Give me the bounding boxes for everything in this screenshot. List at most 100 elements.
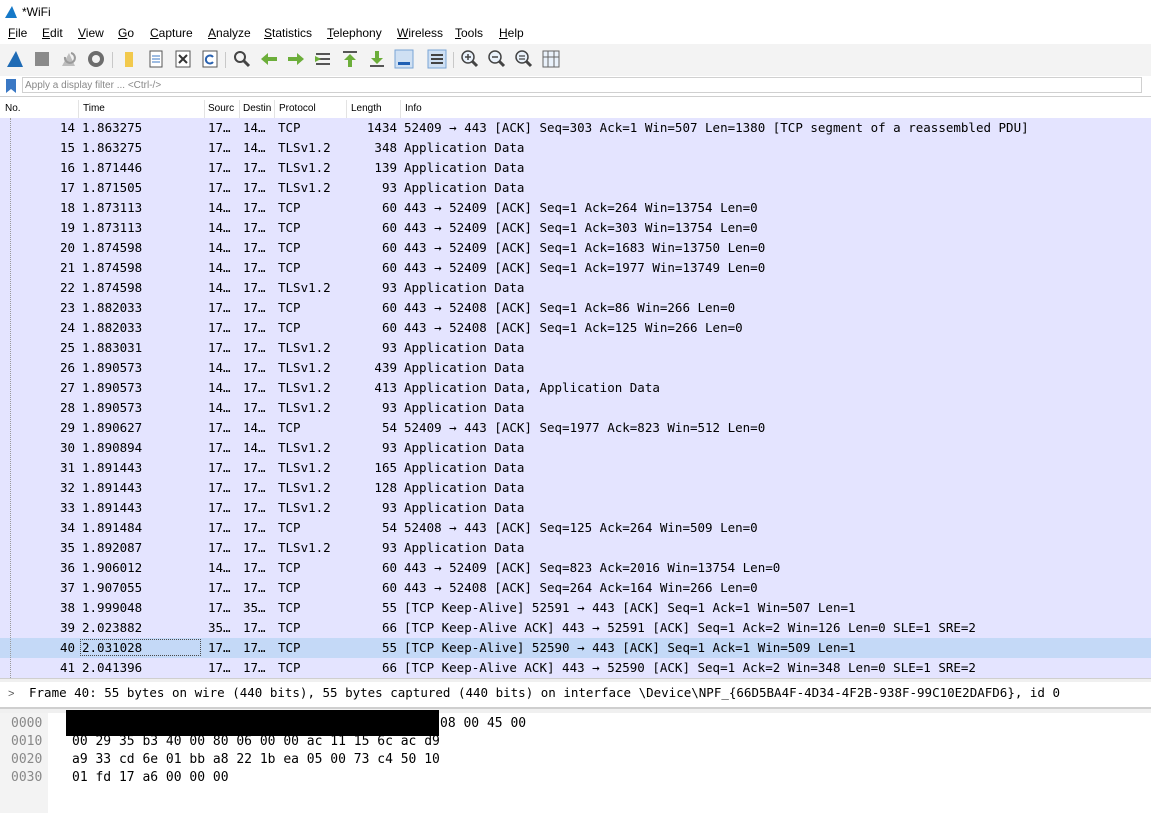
column-divider[interactable] xyxy=(274,100,275,118)
packet-row[interactable]: 39 2.023882 35… 17… TCP 66 [TCP Keep-Alive ACK… xyxy=(0,618,1151,638)
packet-row[interactable]: 28 1.890573 14… 17… TLSv1.2 93 Application Dat… xyxy=(0,398,1151,418)
packet-destination: 17… xyxy=(243,400,266,415)
packet-length: 66 xyxy=(381,660,397,675)
menu-view[interactable]: View xyxy=(78,26,104,40)
packet-destination: 17… xyxy=(243,480,266,495)
shark-fin-start-icon[interactable] xyxy=(5,49,25,69)
frame-summary[interactable]: Frame 40: 55 bytes on wire (440 bits), 5… xyxy=(29,685,1060,700)
open-file-icon[interactable] xyxy=(119,49,139,69)
packet-row[interactable]: 31 1.891443 17… 17… TLSv1.2 165 Application Da… xyxy=(0,458,1151,478)
packet-length: 413 xyxy=(374,380,397,395)
packet-row[interactable]: 15 1.863275 17… 14… TLSv1.2 348 Application Da… xyxy=(0,138,1151,158)
restart-capture-icon[interactable] xyxy=(59,49,79,69)
go-forward-icon[interactable] xyxy=(286,49,306,69)
menu-help[interactable]: Help xyxy=(499,26,524,40)
column-header-source[interactable]: Sourc xyxy=(208,103,234,117)
packet-row[interactable]: 36 1.906012 14… 17… TCP 60 443 → 52409 [ACK] S… xyxy=(0,558,1151,578)
packet-row[interactable]: 22 1.874598 14… 17… TLSv1.2 93 Application Dat… xyxy=(0,278,1151,298)
packet-row[interactable]: 21 1.874598 14… 17… TCP 60 443 → 52409 [ACK] S… xyxy=(0,258,1151,278)
packet-destination: 14… xyxy=(243,140,266,155)
go-to-packet-icon[interactable] xyxy=(313,49,333,69)
packet-destination: 17… xyxy=(243,160,266,175)
menu-edit[interactable]: Edit xyxy=(42,26,63,40)
packet-row[interactable]: 19 1.873113 14… 17… TCP 60 443 → 52409 [ACK] S… xyxy=(0,218,1151,238)
menu-capture[interactable]: Capture xyxy=(150,26,193,40)
packet-row[interactable]: 27 1.890573 14… 17… TLSv1.2 413 Application Da… xyxy=(0,378,1151,398)
packet-no: 32 xyxy=(59,480,75,495)
packet-row[interactable]: 25 1.883031 17… 17… TLSv1.2 93 Application Dat… xyxy=(0,338,1151,358)
packet-protocol: TCP xyxy=(278,420,301,435)
packet-row[interactable]: 33 1.891443 17… 17… TLSv1.2 93 Application Dat… xyxy=(0,498,1151,518)
zoom-in-icon[interactable] xyxy=(460,49,480,69)
packet-destination: 17… xyxy=(243,380,266,395)
packet-row[interactable]: 18 1.873113 14… 17… TCP 60 443 → 52409 [ACK] S… xyxy=(0,198,1151,218)
column-divider[interactable] xyxy=(78,100,79,118)
packet-row[interactable]: 34 1.891484 17… 17… TCP 54 52408 → 443 [ACK] S… xyxy=(0,518,1151,538)
zoom-normal-icon[interactable] xyxy=(514,49,534,69)
menu-wireless[interactable]: Wireless xyxy=(397,26,443,40)
packet-protocol: TLSv1.2 xyxy=(278,500,331,515)
packet-row[interactable]: 24 1.882033 17… 17… TCP 60 443 → 52408 [ACK] S… xyxy=(0,318,1151,338)
capture-options-icon[interactable] xyxy=(86,49,106,69)
bookmark-icon[interactable] xyxy=(4,78,18,94)
packet-length: 55 xyxy=(381,640,397,655)
column-header-no[interactable]: No. xyxy=(5,103,21,117)
packet-destination: 17… xyxy=(243,200,266,215)
find-packet-icon[interactable] xyxy=(232,49,252,69)
column-header-destination[interactable]: Destin xyxy=(243,103,271,117)
packet-info: Application Data xyxy=(404,140,525,155)
packet-row[interactable]: 35 1.892087 17… 17… TLSv1.2 93 Application Dat… xyxy=(0,538,1151,558)
packet-protocol: TCP xyxy=(278,260,301,275)
packet-row[interactable]: 40 2.031028 17… 17… TCP 55 [TCP Keep-Alive] 52… xyxy=(0,638,1151,658)
resize-columns-icon[interactable] xyxy=(541,49,561,69)
expand-chevron-icon[interactable]: > xyxy=(8,688,14,700)
packet-info: [TCP Keep-Alive ACK] 443 → 52590 [ACK] S… xyxy=(404,660,976,675)
column-header-protocol[interactable]: Protocol xyxy=(279,103,316,117)
go-back-icon[interactable] xyxy=(259,49,279,69)
column-header-info[interactable]: Info xyxy=(405,103,422,117)
reload-file-icon[interactable] xyxy=(200,49,220,69)
column-divider[interactable] xyxy=(346,100,347,118)
colorize-icon[interactable] xyxy=(427,49,447,69)
packet-row[interactable]: 41 2.041396 17… 17… TCP 66 [TCP Keep-Alive ACK… xyxy=(0,658,1151,678)
packet-row[interactable]: 23 1.882033 17… 17… TCP 60 443 → 52408 [ACK] S… xyxy=(0,298,1151,318)
packet-destination: 14… xyxy=(243,440,266,455)
packet-protocol: TCP xyxy=(278,640,301,655)
menu-analyze[interactable]: Analyze xyxy=(208,26,251,40)
go-last-icon[interactable] xyxy=(367,49,387,69)
menu-file[interactable]: File xyxy=(8,26,27,40)
menu-telephony[interactable]: Telephony xyxy=(327,26,382,40)
packet-row[interactable]: 20 1.874598 14… 17… TCP 60 443 → 52409 [ACK] S… xyxy=(0,238,1151,258)
packet-row[interactable]: 37 1.907055 17… 17… TCP 60 443 → 52408 [ACK] S… xyxy=(0,578,1151,598)
column-header-length[interactable]: Length xyxy=(351,103,382,117)
close-file-icon[interactable] xyxy=(173,49,193,69)
save-file-icon[interactable] xyxy=(146,49,166,69)
packet-info: [TCP Keep-Alive] 52591 → 443 [ACK] Seq=1… xyxy=(404,600,856,615)
packet-row[interactable]: 32 1.891443 17… 17… TLSv1.2 128 Application Da… xyxy=(0,478,1151,498)
column-divider[interactable] xyxy=(239,100,240,118)
go-first-icon[interactable] xyxy=(340,49,360,69)
menu-tools[interactable]: Tools xyxy=(455,26,483,40)
zoom-out-icon[interactable] xyxy=(487,49,507,69)
packet-row[interactable]: 17 1.871505 17… 17… TLSv1.2 93 Application Dat… xyxy=(0,178,1151,198)
packet-row[interactable]: 38 1.999048 17… 35… TCP 55 [TCP Keep-Alive] 52… xyxy=(0,598,1151,618)
packet-destination: 17… xyxy=(243,300,266,315)
autoscroll-icon[interactable] xyxy=(394,49,414,69)
packet-protocol: TCP xyxy=(278,120,301,135)
packet-row[interactable]: 30 1.890894 17… 14… TLSv1.2 93 Application Dat… xyxy=(0,438,1151,458)
packet-row[interactable]: 26 1.890573 14… 17… TLSv1.2 439 Application Da… xyxy=(0,358,1151,378)
packet-row[interactable]: 29 1.890627 17… 14… TCP 54 52409 → 443 [ACK] S… xyxy=(0,418,1151,438)
column-divider[interactable] xyxy=(204,100,205,118)
menu-statistics[interactable]: Statistics xyxy=(264,26,312,40)
packet-row[interactable]: 16 1.871446 17… 17… TLSv1.2 139 Application Da… xyxy=(0,158,1151,178)
stop-capture-icon[interactable] xyxy=(32,49,52,69)
column-divider[interactable] xyxy=(400,100,401,118)
packet-time: 1.871446 xyxy=(82,160,143,175)
packet-row[interactable]: 14 1.863275 17… 14… TCP 1434 52409 → 443 [ACK]… xyxy=(0,118,1151,138)
packet-protocol: TLSv1.2 xyxy=(278,460,331,475)
packet-time: 1.906012 xyxy=(82,560,143,575)
column-header-time[interactable]: Time xyxy=(83,103,105,117)
menu-go[interactable]: Go xyxy=(118,26,134,40)
packet-list[interactable]: 14 1.863275 17… 14… TCP 1434 52409 → 443 [ACK]… xyxy=(0,118,1151,678)
display-filter-input[interactable] xyxy=(22,77,1142,93)
